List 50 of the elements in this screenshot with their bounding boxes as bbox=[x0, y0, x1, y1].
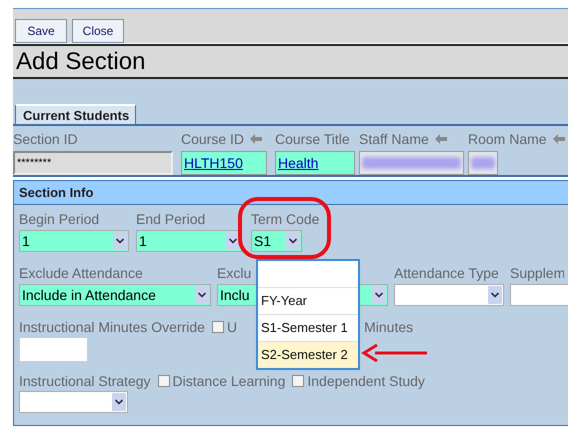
caret-icon bbox=[372, 286, 386, 304]
section-header: Section Info bbox=[14, 181, 568, 205]
save-button[interactable]: Save bbox=[15, 19, 67, 43]
caret-icon bbox=[286, 232, 300, 250]
tab[interactable]: Current Students bbox=[15, 104, 136, 124]
field-label: Exclude Attendance bbox=[19, 265, 143, 281]
input-field[interactable] bbox=[510, 284, 568, 306]
field-label: Instructional Minutes Override bbox=[19, 319, 205, 335]
field-label: Course Title bbox=[275, 131, 350, 147]
field-label: Minutes bbox=[364, 319, 414, 335]
input-field[interactable] bbox=[19, 337, 88, 362]
caret-icon bbox=[113, 232, 127, 250]
field-label: Supplem bbox=[510, 265, 564, 281]
caret-icon bbox=[226, 232, 240, 250]
caret-icon bbox=[488, 286, 502, 304]
text-field[interactable]: ******** bbox=[13, 151, 173, 175]
select-field[interactable]: 1 bbox=[19, 230, 129, 252]
caret-icon bbox=[195, 286, 209, 304]
field-label: Room Name bbox=[468, 131, 547, 147]
dropdown-option[interactable]: FY-Year bbox=[258, 288, 358, 315]
blurred-field[interactable] bbox=[468, 151, 498, 175]
checkbox[interactable] bbox=[212, 321, 224, 333]
caret-icon bbox=[112, 393, 126, 411]
checkbox-label: U bbox=[226, 319, 238, 335]
checkbox-label: Independent Study bbox=[307, 373, 425, 389]
field-label: End Period bbox=[136, 211, 206, 227]
field-label: Staff Name bbox=[359, 131, 429, 147]
link-field[interactable]: HLTH150 bbox=[181, 151, 267, 175]
field-label: Course ID bbox=[181, 131, 244, 147]
select-field[interactable]: Include in Attendance bbox=[19, 284, 211, 306]
close-button[interactable]: Close bbox=[72, 19, 124, 43]
field-label: Exclu bbox=[217, 265, 252, 281]
checkbox[interactable] bbox=[292, 375, 304, 387]
field-label: Attendance Type bbox=[394, 265, 499, 281]
select-field[interactable]: S1 bbox=[251, 230, 302, 252]
field-label: Term Code bbox=[251, 211, 320, 227]
field-label: Section ID bbox=[13, 131, 78, 147]
page-title: Add Section bbox=[15, 47, 146, 77]
select-field[interactable] bbox=[19, 391, 128, 413]
blurred-field[interactable] bbox=[359, 151, 464, 175]
blurred-text bbox=[471, 157, 495, 169]
select-field[interactable]: 1 bbox=[136, 230, 242, 252]
field-label: Instructional Strategy bbox=[19, 373, 151, 389]
link-field[interactable]: Health bbox=[275, 151, 355, 175]
checkbox-label: Distance Learning bbox=[172, 373, 286, 389]
checkbox[interactable] bbox=[158, 375, 170, 387]
field-label: Begin Period bbox=[19, 211, 100, 227]
pointer-arrow bbox=[361, 343, 427, 363]
select-field[interactable] bbox=[394, 284, 504, 306]
dropdown-option[interactable]: S2-Semester 2 bbox=[258, 342, 358, 368]
